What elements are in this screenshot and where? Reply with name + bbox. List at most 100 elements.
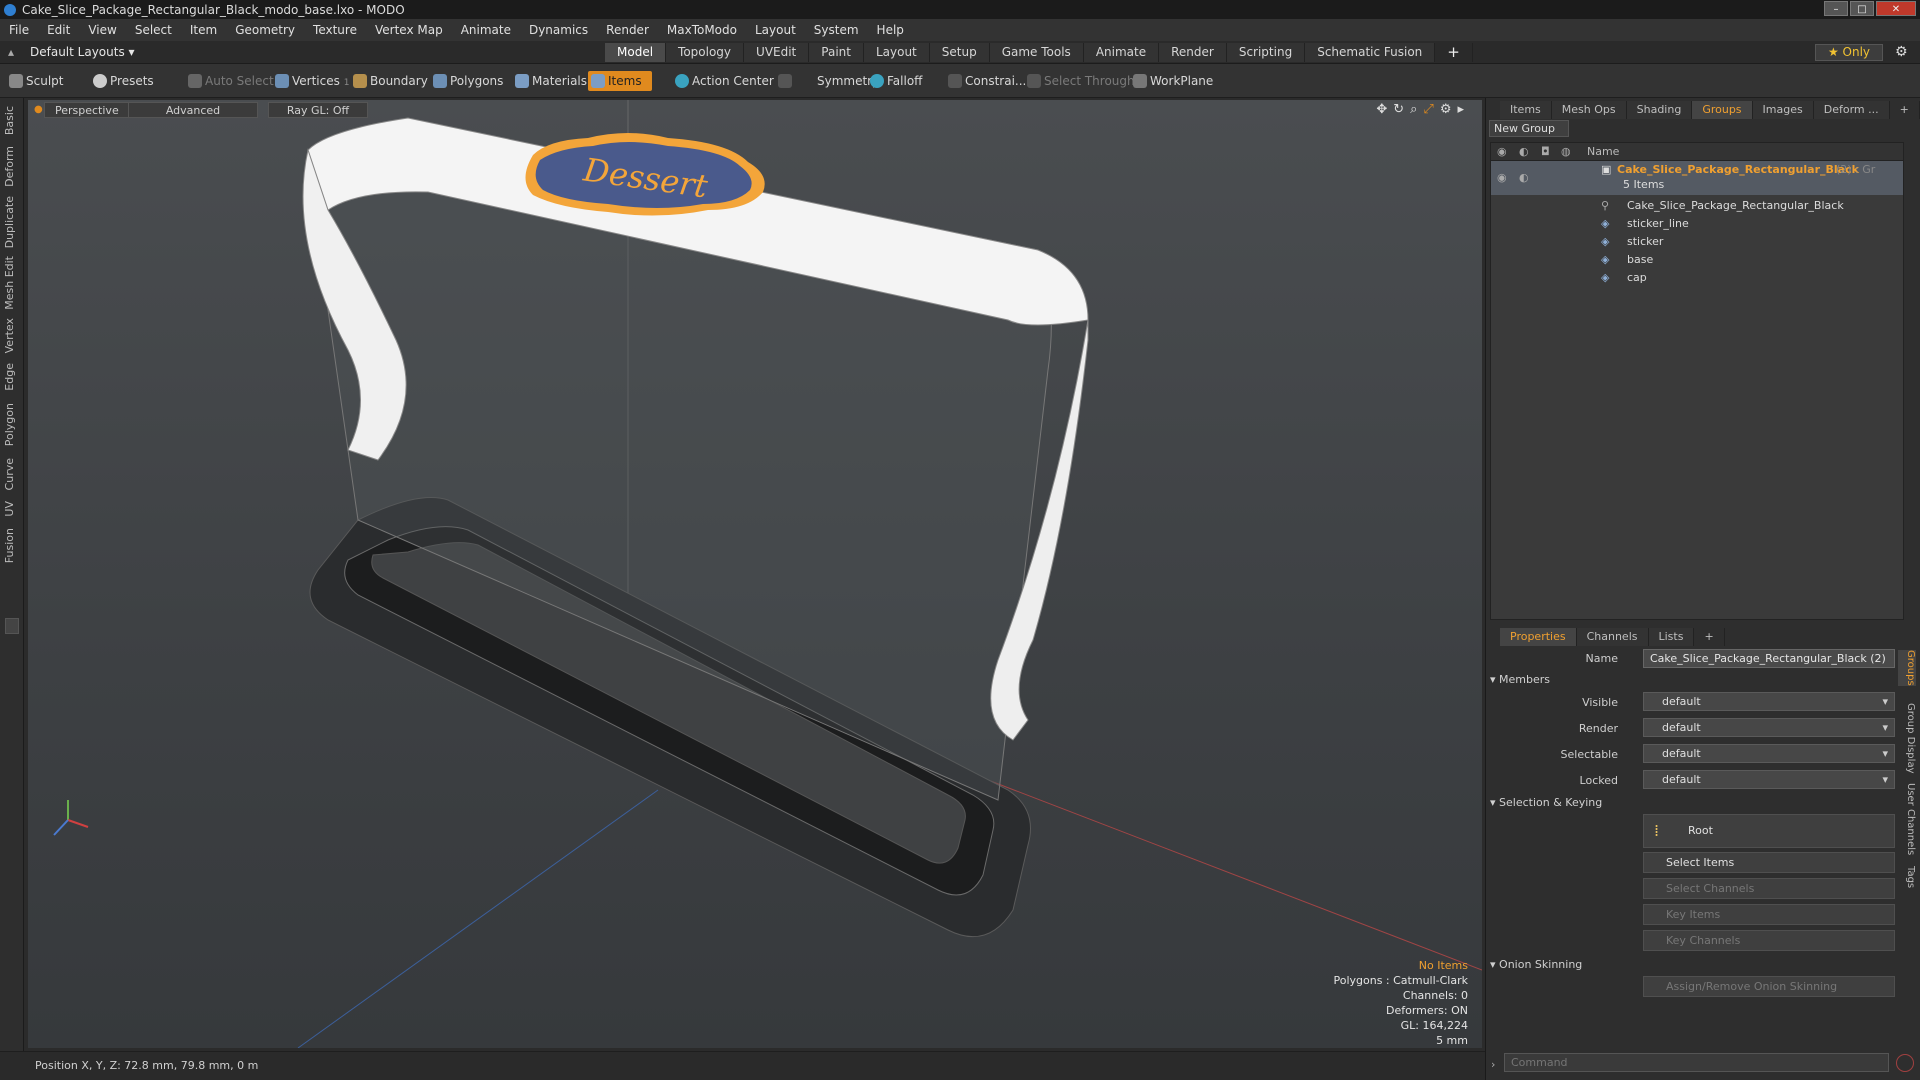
- side-tab-tags[interactable]: Tags: [1898, 866, 1916, 888]
- selectable-select[interactable]: default ▾: [1643, 744, 1895, 763]
- polygons-button[interactable]: Polygons: [430, 71, 503, 91]
- tab-properties[interactable]: Properties: [1500, 628, 1577, 646]
- onion-skinning-section[interactable]: ▾ Onion Skinning: [1490, 958, 1582, 971]
- left-tab-uv[interactable]: UV: [3, 501, 16, 517]
- tab-setup[interactable]: Setup: [929, 43, 990, 62]
- group-row[interactable]: ◉ ◐ ▣ Cake_Slice_Package_Rectangular_Bla…: [1491, 161, 1903, 195]
- left-tab-basic[interactable]: Basic: [3, 106, 16, 135]
- left-tab-vertex[interactable]: Vertex: [3, 318, 16, 353]
- menu-dynamics[interactable]: Dynamics: [520, 23, 597, 37]
- visible-select[interactable]: default ▾: [1643, 692, 1895, 711]
- action-center-button[interactable]: Action Center: [672, 71, 774, 91]
- left-strip-toggle[interactable]: [5, 618, 19, 634]
- tree-item[interactable]: ◈ base: [1491, 251, 1903, 269]
- menu-render[interactable]: Render: [597, 23, 658, 37]
- menu-maxtomodo[interactable]: MaxToModo: [658, 23, 746, 37]
- left-tab-polygon[interactable]: Polygon: [3, 403, 16, 446]
- root-button[interactable]: ⁞ Root: [1643, 814, 1895, 848]
- add-scene-tab-button[interactable]: +: [1890, 101, 1920, 119]
- key-items-button[interactable]: Key Items: [1643, 904, 1895, 925]
- left-tab-deform[interactable]: Deform: [3, 146, 16, 187]
- tree-item[interactable]: ⚲ Cake_Slice_Package_Rectangular_Black: [1491, 197, 1903, 215]
- add-tab-button[interactable]: +: [1435, 43, 1473, 62]
- menu-vertex-map[interactable]: Vertex Map: [366, 23, 452, 37]
- gear-icon[interactable]: ⚙: [1895, 44, 1908, 60]
- tab-items[interactable]: Items: [1500, 101, 1552, 119]
- items-button[interactable]: Items: [588, 71, 652, 91]
- group-render-icon[interactable]: ◐: [1519, 169, 1529, 187]
- materials-button[interactable]: Materials: [512, 71, 587, 91]
- menu-system[interactable]: System: [805, 23, 868, 37]
- tree-item[interactable]: ◈ sticker_line: [1491, 215, 1903, 233]
- sculpt-button[interactable]: Sculpt: [6, 71, 63, 91]
- tab-layout[interactable]: Layout: [863, 43, 930, 62]
- side-tab-group-display[interactable]: Group Display: [1898, 703, 1916, 773]
- menu-texture[interactable]: Texture: [304, 23, 366, 37]
- presets-button[interactable]: Presets: [90, 71, 154, 91]
- tab-model[interactable]: Model: [605, 43, 667, 62]
- left-tab-fusion[interactable]: Fusion: [3, 528, 16, 563]
- tree-item[interactable]: ◈ sticker: [1491, 233, 1903, 251]
- menu-select[interactable]: Select: [126, 23, 181, 37]
- menu-file[interactable]: File: [0, 23, 38, 37]
- tab-lists[interactable]: Lists: [1648, 628, 1695, 646]
- tab-mesh-ops[interactable]: Mesh Ops: [1551, 101, 1627, 119]
- tab-topology[interactable]: Topology: [666, 43, 745, 62]
- vertices-button[interactable]: Vertices 1: [272, 71, 349, 91]
- workplane-button[interactable]: WorkPlane: [1130, 71, 1213, 91]
- render-select[interactable]: default ▾: [1643, 718, 1895, 737]
- left-tab-edge[interactable]: Edge: [3, 363, 16, 391]
- only-button[interactable]: ★ Only: [1815, 44, 1883, 61]
- layout-select[interactable]: Default Layouts ▾: [30, 45, 135, 59]
- left-tab-curve[interactable]: Curve: [3, 458, 16, 490]
- tab-schematic-fusion[interactable]: Schematic Fusion: [1305, 43, 1436, 62]
- left-tab-duplicate[interactable]: Duplicate: [3, 196, 16, 248]
- tab-scripting[interactable]: Scripting: [1226, 43, 1306, 62]
- menu-animate[interactable]: Animate: [452, 23, 520, 37]
- record-icon[interactable]: [1896, 1054, 1914, 1072]
- layout-expand-icon[interactable]: ▴: [8, 45, 14, 59]
- minimize-button[interactable]: –: [1824, 1, 1848, 16]
- boundary-button[interactable]: Boundary: [350, 71, 428, 91]
- select-channels-button[interactable]: Select Channels: [1643, 878, 1895, 899]
- side-tab-user-channels[interactable]: User Channels: [1898, 783, 1916, 855]
- selection-keying-section[interactable]: ▾ Selection & Keying: [1490, 796, 1602, 809]
- command-input[interactable]: [1504, 1053, 1889, 1072]
- members-section[interactable]: ▾ Members: [1490, 673, 1550, 686]
- side-tab-groups[interactable]: Groups: [1898, 650, 1916, 686]
- group-visibility-icon[interactable]: ◉: [1497, 169, 1507, 187]
- tree-item[interactable]: ◈ cap: [1491, 269, 1903, 287]
- tab-paint[interactable]: Paint: [809, 43, 864, 62]
- 3d-viewport[interactable]: ● Perspective Advanced Ray GL: Off ✥ ↻ ⌕…: [28, 100, 1482, 1048]
- falloff-button[interactable]: Falloff: [867, 71, 922, 91]
- key-channels-button[interactable]: Key Channels: [1643, 930, 1895, 951]
- tab-animate[interactable]: Animate: [1083, 43, 1160, 62]
- close-button[interactable]: ✕: [1876, 1, 1916, 16]
- tab-images[interactable]: Images: [1752, 101, 1814, 119]
- command-expand-icon[interactable]: ›: [1491, 1058, 1495, 1071]
- tab-game-tools[interactable]: Game Tools: [989, 43, 1084, 62]
- add-properties-tab-button[interactable]: +: [1694, 628, 1725, 646]
- menu-help[interactable]: Help: [868, 23, 913, 37]
- menu-geometry[interactable]: Geometry: [226, 23, 304, 37]
- constraints-button[interactable]: Constrai...: [945, 71, 1026, 91]
- left-tab-mesh-edit[interactable]: Mesh Edit: [3, 256, 16, 310]
- menu-view[interactable]: View: [79, 23, 125, 37]
- locked-select[interactable]: default ▾: [1643, 770, 1895, 789]
- maximize-button[interactable]: □: [1850, 1, 1874, 16]
- tab-groups[interactable]: Groups: [1692, 101, 1753, 119]
- group-name-field[interactable]: Cake_Slice_Package_Rectangular_Black (2): [1643, 649, 1895, 668]
- new-group-button[interactable]: New Group: [1489, 120, 1569, 137]
- menu-item[interactable]: Item: [181, 23, 226, 37]
- select-through-button[interactable]: Select Through: [1024, 71, 1135, 91]
- tab-channels[interactable]: Channels: [1576, 628, 1649, 646]
- onion-skinning-button[interactable]: Assign/Remove Onion Skinning: [1643, 976, 1895, 997]
- menu-layout[interactable]: Layout: [746, 23, 805, 37]
- tab-shading[interactable]: Shading: [1626, 101, 1693, 119]
- tab-uvedit[interactable]: UVEdit: [744, 43, 810, 62]
- auto-select-button[interactable]: Auto Select: [185, 71, 274, 91]
- symmetry-button[interactable]: Symmetry: [775, 71, 879, 91]
- tab-render[interactable]: Render: [1159, 43, 1227, 62]
- select-items-button[interactable]: Select Items: [1643, 852, 1895, 873]
- tab-deform[interactable]: Deform ...: [1813, 101, 1890, 119]
